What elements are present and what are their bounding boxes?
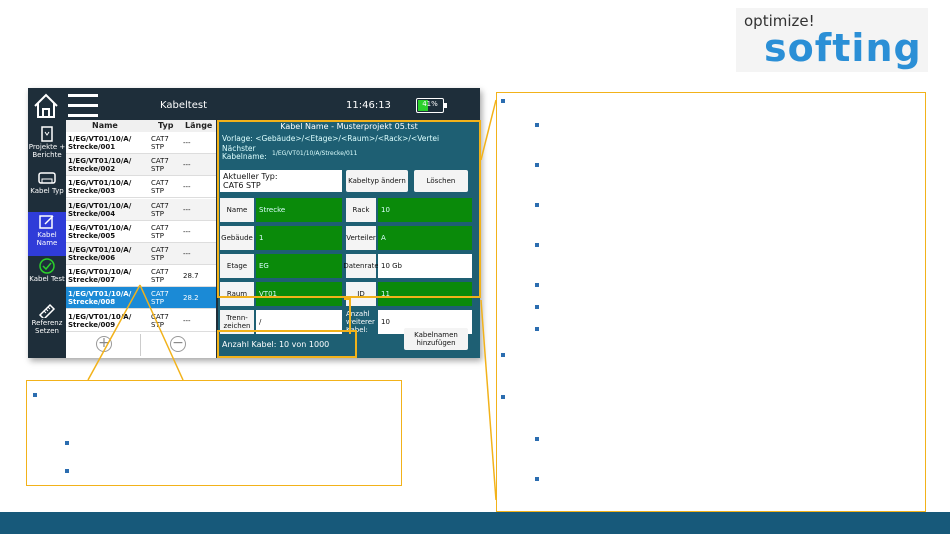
battery-icon: 41% <box>416 98 447 113</box>
device-time: 11:46:13 <box>346 100 391 111</box>
remove-icon[interactable]: − <box>170 336 186 352</box>
cell-typ: CAT7 STP <box>151 268 169 285</box>
bullet <box>535 305 539 309</box>
left-callout-box <box>26 380 402 486</box>
nav-kabel-name[interactable]: Kabel Name <box>28 212 66 256</box>
cell-typ: CAT7 STP <box>151 246 169 262</box>
cell-name: 1/EG/VT01/10/A/ Strecke/006 <box>68 246 132 262</box>
table-row[interactable]: 1/EG/VT01/10/A/ Strecke/004 CAT7 STP --- <box>66 198 216 221</box>
cell-name: 1/EG/VT01/10/A/ Strecke/009 <box>68 312 132 329</box>
bullet <box>535 437 539 441</box>
ruler-icon <box>38 303 56 318</box>
device-topbar: Kabeltest 11:46:13 41% <box>28 88 480 124</box>
highlight-fields-frame <box>217 120 481 298</box>
table-row[interactable]: 1/EG/VT01/10/A/ Strecke/007 CAT7 STP 28.7 <box>66 265 216 288</box>
table-row[interactable]: 1/EG/VT01/10/A/ Strecke/003 CAT7 STP --- <box>66 176 216 199</box>
bullet <box>535 283 539 287</box>
cell-name: 1/EG/VT01/10/A/ Strecke/004 <box>68 201 132 218</box>
cable-type-icon <box>38 172 56 184</box>
battery-percent: 41% <box>422 100 438 108</box>
cell-typ: CAT7 STP <box>151 290 169 307</box>
report-icon <box>41 126 53 142</box>
cell-laenge: 28.7 <box>183 272 199 281</box>
cell-name: 1/EG/VT01/10/A/ Strecke/007 <box>68 268 132 285</box>
cell-name: 1/EG/VT01/10/A/ Strecke/001 <box>68 135 132 151</box>
divider <box>140 334 141 356</box>
add-icon[interactable]: + <box>96 336 112 352</box>
nav-kabel-test[interactable]: Kabel Test <box>28 256 66 300</box>
bullet <box>535 123 539 127</box>
cell-typ: CAT7 STP <box>151 201 169 218</box>
table-row[interactable]: 1/EG/VT01/10/A/ Strecke/005 CAT7 STP --- <box>66 220 216 243</box>
cell-laenge: --- <box>183 205 191 214</box>
nav-label: Kabel Test <box>29 275 65 283</box>
device-nav: Projekte + Berichte Kabel Typ Kabel Name… <box>28 124 66 358</box>
bullet <box>535 327 539 331</box>
device-title: Kabeltest <box>160 100 207 111</box>
slide: optimize! softing Kabeltest 11:46:13 41%… <box>0 0 950 534</box>
col-name-header[interactable]: Name <box>92 121 118 130</box>
cell-laenge: 28.2 <box>183 294 199 303</box>
softing-logo: optimize! softing <box>736 8 928 72</box>
table-row[interactable]: 1/EG/VT01/10/A/ Strecke/008 CAT7 STP 28.2 <box>66 287 216 310</box>
list-footer: + − <box>66 332 216 358</box>
cell-typ: CAT7 STP <box>151 223 169 240</box>
cell-name: 1/EG/VT01/10/A/ Strecke/002 <box>68 157 132 174</box>
bullet <box>501 395 505 399</box>
bullet <box>535 203 539 207</box>
col-laenge-header[interactable]: Länge <box>185 121 212 130</box>
cell-name: 1/EG/VT01/10/A/ Strecke/008 <box>68 290 132 307</box>
nav-referenz-setzen[interactable]: Referenz Setzen <box>28 300 66 344</box>
bullet <box>501 99 505 103</box>
cell-laenge: --- <box>183 316 191 325</box>
nav-kabel-typ[interactable]: Kabel Typ <box>28 168 66 212</box>
nav-projekte-berichte[interactable]: Projekte + Berichte <box>28 124 66 168</box>
table-row[interactable]: 1/EG/VT01/10/A/ Strecke/009 CAT7 STP --- <box>66 309 216 332</box>
check-icon <box>39 258 55 274</box>
cell-name: 1/EG/VT01/10/A/ Strecke/003 <box>68 179 132 196</box>
bullet <box>33 393 37 397</box>
cell-typ: CAT7 STP <box>151 157 169 174</box>
cell-typ: CAT7 STP <box>151 135 169 151</box>
nav-label: Kabel Typ <box>30 187 64 195</box>
battery-tip <box>444 103 447 108</box>
cell-laenge: --- <box>183 139 191 147</box>
nav-label: Projekte + Berichte <box>28 143 66 159</box>
edit-icon <box>39 215 54 229</box>
bullet <box>535 243 539 247</box>
right-callout-box <box>496 92 926 512</box>
bullet <box>65 441 69 445</box>
bullet <box>535 163 539 167</box>
list-header: Name Typ Länge <box>66 120 216 132</box>
highlight-count-frame <box>217 330 357 358</box>
cell-laenge: --- <box>183 183 191 192</box>
footer-bar <box>0 512 950 534</box>
col-typ-header[interactable]: Typ <box>158 121 173 130</box>
logo-brand: softing <box>764 26 922 70</box>
highlight-connector <box>344 298 351 334</box>
table-row[interactable]: 1/EG/VT01/10/A/ Strecke/006 CAT7 STP --- <box>66 243 216 265</box>
hamburger-menu-icon[interactable] <box>68 94 98 118</box>
add-cable-names-button[interactable]: Kabelnamen hinzufügen <box>404 328 468 350</box>
bullet <box>65 469 69 473</box>
cable-list: Name Typ Länge 1/EG/VT01/10/A/ Strecke/0… <box>66 120 216 332</box>
cell-name: 1/EG/VT01/10/A/ Strecke/005 <box>68 223 132 240</box>
cell-typ: CAT7 STP <box>151 312 169 329</box>
cell-laenge: --- <box>183 161 191 170</box>
nav-label: Referenz Setzen <box>31 319 63 335</box>
cell-typ: CAT7 STP <box>151 179 169 196</box>
table-row[interactable]: 1/EG/VT01/10/A/ Strecke/001 CAT7 STP --- <box>66 132 216 154</box>
table-row[interactable]: 1/EG/VT01/10/A/ Strecke/002 CAT7 STP --- <box>66 154 216 177</box>
bullet <box>501 353 505 357</box>
cell-laenge: --- <box>183 250 191 258</box>
nav-label: Kabel Name <box>36 231 58 247</box>
bullet <box>535 477 539 481</box>
home-icon[interactable] <box>32 92 60 120</box>
cell-laenge: --- <box>183 227 191 236</box>
